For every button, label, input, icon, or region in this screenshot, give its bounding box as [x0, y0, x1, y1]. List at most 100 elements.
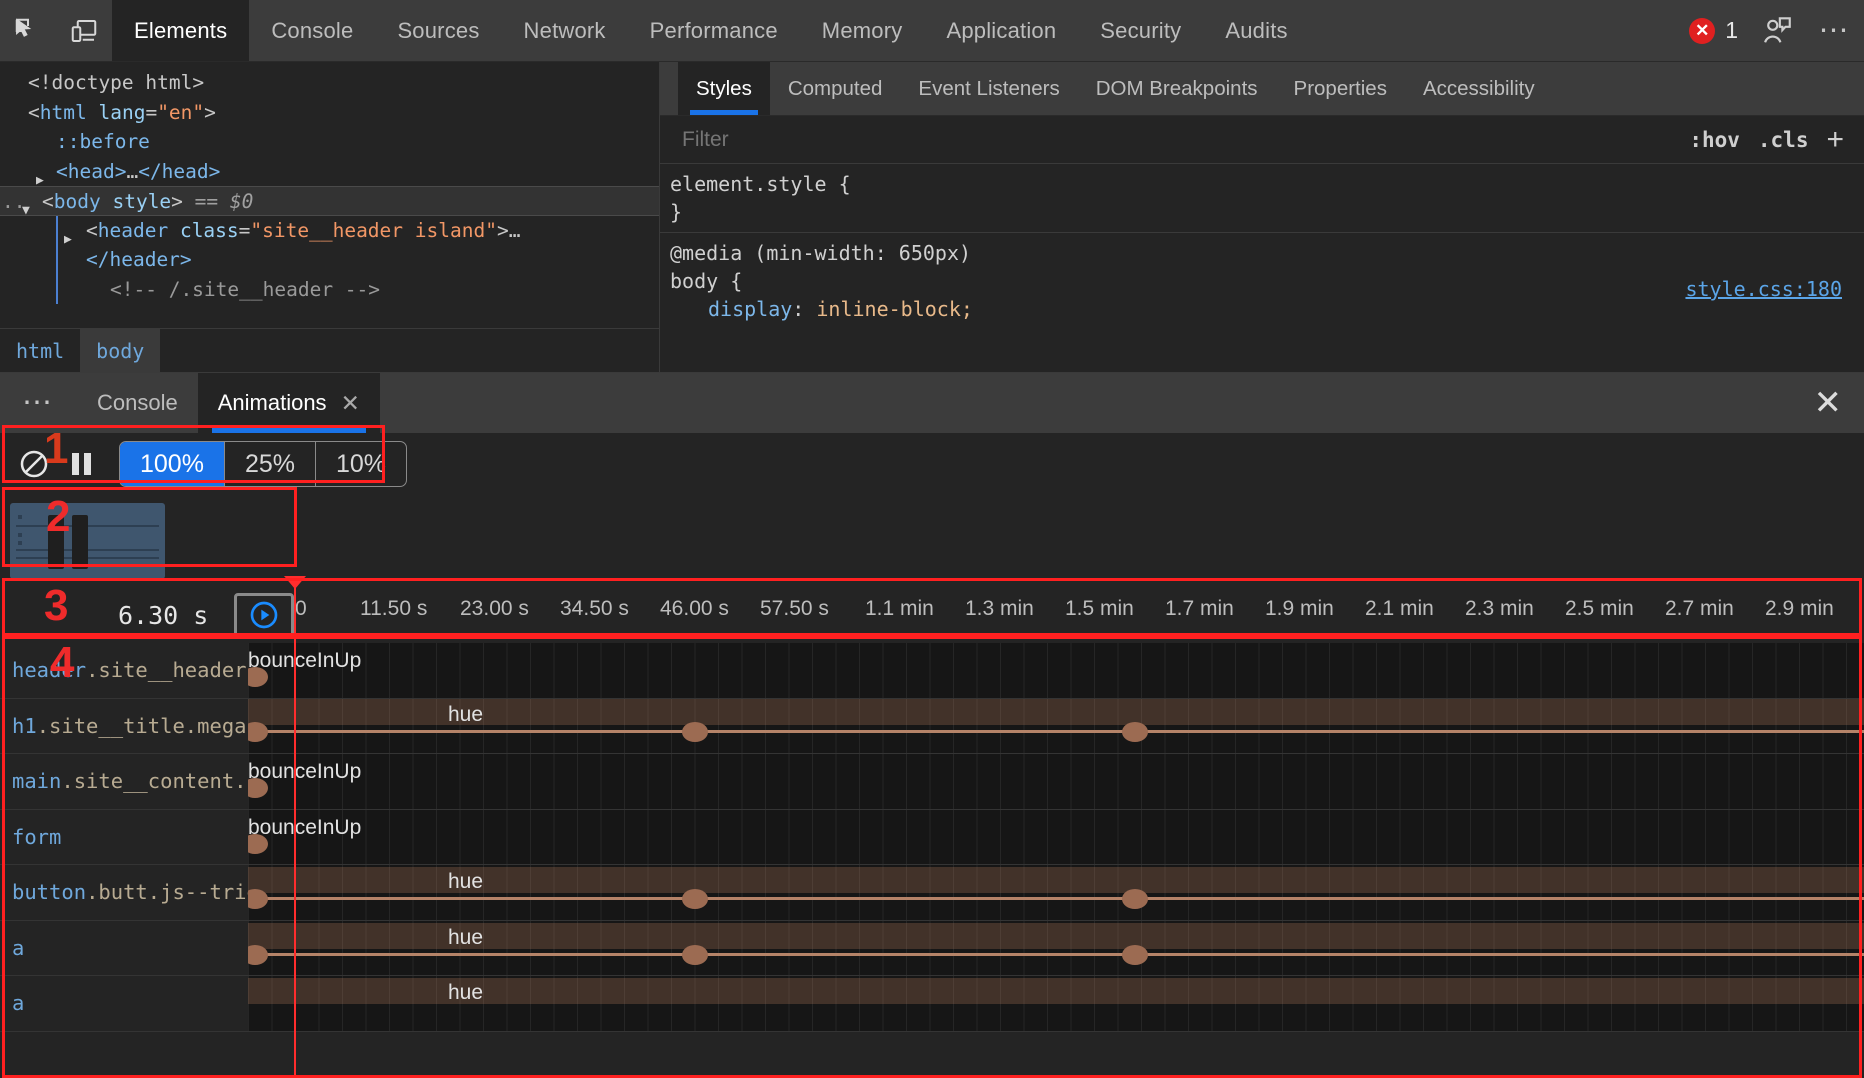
declaration-display-name: display — [708, 297, 792, 321]
tab-accessibility[interactable]: Accessibility — [1405, 62, 1553, 115]
styles-rules-list[interactable]: element.style { } @media (min-width: 650… — [660, 164, 1864, 372]
body-tag-name: body — [54, 190, 101, 213]
drawer-tab-console[interactable]: Console — [77, 373, 198, 433]
dom-tree-panel: <!doctype html> <html lang="en"> ::befor… — [0, 62, 660, 372]
dom-row-comment[interactable]: <!-- /.site__header --> — [56, 275, 659, 305]
stylesheet-source-link[interactable]: style.css:180 — [1685, 275, 1842, 303]
tab-memory[interactable]: Memory — [800, 0, 925, 61]
animation-row-track[interactable]: bounceInUp — [248, 643, 1864, 698]
tab-properties[interactable]: Properties — [1276, 62, 1405, 115]
media-query-text: @media (min-width: 650px) — [670, 239, 1864, 267]
close-drawer-icon[interactable]: ✕ — [1814, 373, 1843, 433]
tab-event-listeners[interactable]: Event Listeners — [900, 62, 1077, 115]
tab-dom-breakpoints[interactable]: DOM Breakpoints — [1078, 62, 1276, 115]
dom-row-html[interactable]: <html lang="en"> — [0, 98, 659, 128]
selector-rest: .site__header.is — [86, 658, 248, 682]
tab-memory-label: Memory — [822, 18, 903, 44]
animation-name-label: hue — [448, 870, 483, 894]
breadcrumb-item-html[interactable]: html — [0, 329, 80, 373]
chevron-down-icon[interactable]: ▼ — [22, 196, 30, 226]
tab-console[interactable]: Console — [249, 0, 375, 61]
animation-group-preview-1[interactable] — [10, 503, 165, 579]
animation-row-track[interactable]: bounceInUp — [248, 810, 1864, 865]
dom-row-header-close[interactable]: </header> — [56, 245, 659, 275]
dom-row-body[interactable]: .. ▼ <body style> == $0 — [0, 186, 659, 216]
dom-row-pseudo-before[interactable]: ::before — [0, 127, 659, 157]
animation-row[interactable]: main.site__content.is bounceInUp — [0, 754, 1864, 810]
animation-row[interactable]: a hue — [0, 921, 1864, 977]
playback-rate-100[interactable]: 100% — [120, 442, 225, 487]
tab-audits[interactable]: Audits — [1203, 0, 1309, 61]
animation-row-track[interactable]: hue — [248, 976, 1864, 1031]
pause-bar-left — [72, 453, 79, 475]
animation-keyframe-knob[interactable] — [1122, 722, 1148, 742]
track-grid — [248, 754, 1864, 809]
tab-application-label: Application — [946, 18, 1056, 44]
animation-row-track[interactable]: hue — [248, 699, 1864, 754]
animation-duration-line — [248, 953, 1864, 956]
tab-performance[interactable]: Performance — [628, 0, 800, 61]
animation-row-track[interactable]: hue — [248, 921, 1864, 976]
clear-all-icon[interactable] — [18, 448, 50, 480]
toggle-class-button[interactable]: .cls — [1758, 128, 1809, 152]
replay-icon[interactable] — [234, 593, 294, 637]
device-toolbar-icon[interactable] — [56, 0, 112, 61]
inspect-element-icon[interactable] — [0, 0, 56, 61]
head-ellipsis: … — [126, 160, 138, 183]
animation-keyframe-knob[interactable] — [682, 722, 708, 742]
tab-application[interactable]: Application — [924, 0, 1078, 61]
error-count-badge[interactable]: ✕ 1 — [1689, 0, 1748, 61]
animation-keyframe-knob[interactable] — [1122, 945, 1148, 965]
dom-tree[interactable]: <!doctype html> <html lang="en"> ::befor… — [0, 62, 659, 328]
animation-row[interactable]: header.site__header.is bounceInUp — [0, 643, 1864, 699]
tab-event-listeners-label: Event Listeners — [918, 77, 1059, 101]
animation-row[interactable]: button.butt.js--trigge hue — [0, 865, 1864, 921]
toggle-element-state-button[interactable]: :hov — [1689, 128, 1740, 152]
playback-rate-100-label: 100% — [140, 450, 204, 478]
tab-sources[interactable]: Sources — [375, 0, 501, 61]
animation-band — [248, 867, 1864, 893]
animation-keyframe-knob[interactable] — [682, 945, 708, 965]
main-menu-icon[interactable]: ⋯ — [1806, 0, 1864, 61]
style-rule-body-media[interactable]: @media (min-width: 650px) body { display… — [660, 232, 1864, 329]
drawer-more-label: ⋯ — [22, 388, 55, 418]
playback-rate-25[interactable]: 25% — [225, 442, 316, 487]
animation-row[interactable]: h1.site__title.mega hue — [0, 699, 1864, 755]
drawer-tab-animations[interactable]: Animations ✕ — [198, 373, 380, 433]
animation-timeline-ruler[interactable]: 0 11.50 s 23.00 s 34.50 s 46.00 s 57.50 … — [295, 587, 1864, 643]
style-rule-element-style[interactable]: element.style { } — [660, 164, 1864, 232]
user-feedback-icon[interactable] — [1748, 0, 1806, 61]
animation-keyframe-knob[interactable] — [1122, 889, 1148, 909]
dom-row-header[interactable]: ▶ <header class="site__header island">… — [56, 216, 659, 246]
pause-icon[interactable] — [66, 453, 97, 475]
breadcrumb-item-body[interactable]: body — [80, 329, 160, 373]
close-icon[interactable]: ✕ — [341, 392, 360, 415]
preview-dot — [18, 533, 22, 537]
animation-row[interactable]: form bounceInUp — [0, 810, 1864, 866]
animation-row-track[interactable]: bounceInUp — [248, 754, 1864, 809]
tab-computed[interactable]: Computed — [770, 62, 901, 115]
animation-row-selector: a — [0, 921, 248, 976]
tab-security[interactable]: Security — [1078, 0, 1203, 61]
head-close-tag: </head> — [138, 160, 220, 183]
element-style-selector: element.style { — [670, 170, 1864, 198]
dom-row-doctype[interactable]: <!doctype html> — [0, 68, 659, 98]
dom-row-head[interactable]: ▶ <head>…</head> — [0, 157, 659, 187]
tab-elements[interactable]: Elements — [112, 0, 249, 61]
animation-rows-list[interactable]: header.site__header.is bounceInUp h1.sit… — [0, 643, 1864, 1078]
new-style-rule-button[interactable]: + — [1826, 125, 1844, 155]
track-grid — [248, 643, 1864, 698]
animation-name-label: hue — [448, 926, 483, 950]
tab-styles-label: Styles — [696, 77, 752, 101]
animation-keyframe-knob[interactable] — [682, 889, 708, 909]
playback-rate-10[interactable]: 10% — [316, 442, 406, 487]
tab-styles[interactable]: Styles — [678, 62, 770, 115]
animation-row-track[interactable]: hue — [248, 865, 1864, 920]
animation-row[interactable]: a hue — [0, 976, 1864, 1032]
styles-filter-input[interactable] — [680, 127, 1681, 153]
doctype-text: <!doctype html> — [28, 71, 204, 94]
site-header-comment: <!-- /.site__header --> — [110, 278, 380, 301]
tab-security-label: Security — [1100, 18, 1181, 44]
tab-network[interactable]: Network — [502, 0, 628, 61]
drawer-more-tabs-icon[interactable]: ⋯ — [0, 373, 77, 433]
